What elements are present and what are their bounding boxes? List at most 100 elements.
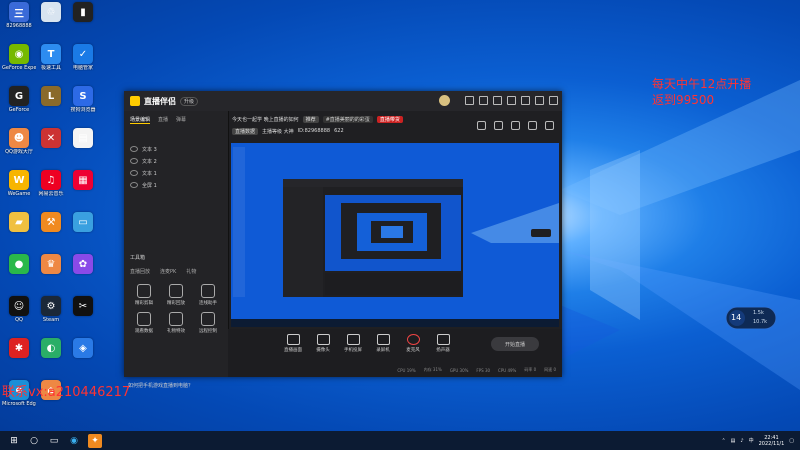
volume-icon[interactable]: ♪ — [740, 438, 743, 444]
toolbox-tab-gift[interactable]: 礼物 — [186, 268, 196, 275]
desktop-icon[interactable]: ♲ — [34, 2, 68, 36]
avatar[interactable] — [439, 95, 450, 106]
desktop-icon[interactable]: ⚙ Steam — [34, 296, 68, 330]
desktop-icon[interactable]: ♫ 网易云音乐 — [34, 170, 68, 204]
clock[interactable]: 22:41 2022/11/1 — [759, 435, 785, 447]
tag-topic[interactable]: #直播美丽的的彩蛋 — [322, 115, 373, 123]
stream-title[interactable]: 今天也一起学 晚上直播的如何 — [232, 116, 299, 123]
toolbox-item[interactable]: 连线助手 — [192, 284, 224, 306]
tag-recommend[interactable]: 推荐 — [302, 115, 319, 123]
chevron-up-icon[interactable]: ⌃ — [721, 438, 725, 444]
toolbox-tab-replay[interactable]: 直播回放 — [130, 268, 150, 275]
weather-widget[interactable]: 14 1.5k 10.7k — [725, 306, 777, 330]
tab-scene[interactable]: 场景编辑 — [130, 116, 151, 124]
toolbox-item[interactable]: 观看数据 — [128, 312, 160, 334]
desktop-icon[interactable]: W WeGame — [2, 170, 36, 204]
desktop-icon[interactable]: ☻ QQ游戏大厅 — [2, 128, 36, 162]
desktop-icon[interactable]: ♛ — [34, 254, 68, 288]
stats-badge[interactable]: 直播数据 — [232, 127, 259, 135]
desktop-icon[interactable]: G GeForce — [2, 86, 36, 120]
desktop-icon[interactable]: ◉GeForce Experience — [2, 44, 36, 78]
desktop-icon[interactable]: ◈ — [66, 338, 100, 372]
desktop-icon[interactable]: ▮ — [66, 2, 100, 36]
search-icon[interactable]: ○ — [28, 435, 40, 447]
settings-icon[interactable] — [493, 96, 502, 105]
maximize-button[interactable] — [535, 96, 544, 105]
menu-icon[interactable] — [507, 96, 516, 105]
desktop-icon[interactable]: 三 82968888 — [2, 2, 36, 36]
desktop-icon[interactable]: ▤ — [66, 128, 100, 162]
task-view-icon[interactable]: ▭ — [48, 435, 60, 447]
desktop-icon[interactable]: ● — [2, 254, 36, 288]
toolbox-item[interactable]: 精彩回放 — [160, 284, 192, 306]
start-button[interactable]: ⊞ — [8, 435, 20, 447]
system-tray: ⌃ ▤ ♪ 中 22:41 2022/11/1 ▢ — [721, 431, 794, 450]
speaker-icon — [436, 334, 450, 345]
eye-icon[interactable] — [130, 182, 138, 188]
source-item[interactable]: 文本 3 — [124, 143, 228, 155]
desktop-icon-label: GeForce — [8, 107, 30, 113]
taskbar-app-icon[interactable]: ✦ — [88, 433, 102, 448]
close-button[interactable] — [549, 96, 558, 105]
desktop-icon[interactable]: S 搜狗浏览器 — [66, 86, 100, 120]
settings-gear-icon[interactable] — [528, 121, 537, 130]
gift-icon[interactable] — [477, 121, 486, 130]
desktop-icon[interactable]: ✱ — [2, 338, 36, 372]
edge-icon[interactable]: ◉ — [68, 435, 80, 447]
desktop-icon[interactable]: ▭ — [66, 212, 100, 246]
source-item[interactable]: 全屏 1 — [124, 179, 228, 191]
share-icon[interactable] — [545, 121, 554, 130]
tag-red[interactable]: 直播带货 — [376, 115, 403, 123]
anchor-id: ID:82968888 — [297, 128, 331, 134]
network-icon[interactable]: ▤ — [731, 438, 736, 444]
capcut-icon: ✂ — [73, 296, 93, 316]
desktop-icon[interactable]: ◐ — [34, 338, 68, 372]
eye-icon[interactable] — [130, 146, 138, 152]
toolbox-item[interactable]: 礼物特效 — [160, 312, 192, 334]
control-mic-button[interactable]: 麦克风 — [398, 334, 428, 353]
tab-danmu[interactable]: 弹幕 — [176, 116, 186, 124]
control-phone-cast-button[interactable]: 手机投屏 — [338, 334, 368, 353]
headset-icon[interactable] — [465, 96, 474, 105]
app-icon: T — [41, 44, 61, 64]
desktop-icon[interactable]: ⚒ — [34, 212, 68, 246]
toolbox-item[interactable]: 精彩剪辑 — [128, 284, 160, 306]
eye-icon[interactable] — [130, 158, 138, 164]
desktop-icon[interactable]: ✂ — [66, 296, 100, 330]
source-label: 文本 2 — [142, 158, 157, 165]
control-recorder-button[interactable]: 录屏机 — [368, 334, 398, 353]
message-icon[interactable] — [479, 96, 488, 105]
tab-live[interactable]: 直播 — [158, 116, 168, 124]
desktop-icon[interactable]: T 极速工具 — [34, 44, 68, 78]
control-speaker-button[interactable]: 扬声器 — [428, 334, 458, 353]
screen-icon: ▭ — [73, 212, 93, 232]
desktop-icon[interactable]: ✓ 电脑管家 — [66, 44, 100, 78]
preview-canvas[interactable] — [231, 143, 559, 327]
source-item[interactable]: 文本 2 — [124, 155, 228, 167]
control-scene-button[interactable]: 直播画面 — [278, 334, 308, 353]
desktop-icon[interactable]: ✕ — [34, 128, 68, 162]
upgrade-badge[interactable]: 升级 — [180, 96, 199, 106]
window-titlebar[interactable]: 直播伴侣 升级 — [124, 91, 562, 111]
wechat-icon: ◐ — [41, 338, 61, 358]
desktop-icon-label: QQ游戏大厅 — [5, 149, 33, 155]
layout-icon[interactable] — [494, 121, 503, 130]
ime-icon[interactable]: 中 — [749, 437, 754, 444]
help-notice[interactable]: 如何把手机游戏直播到电脑？ — [128, 382, 193, 389]
desktop-icon[interactable]: ▰ — [2, 212, 36, 246]
notification-icon[interactable]: ▢ — [789, 438, 794, 444]
source-item[interactable]: 文本 1 — [124, 167, 228, 179]
desktop-icon[interactable]: ▦ — [66, 170, 100, 204]
desktop-icon[interactable]: ☺ QQ — [2, 296, 36, 330]
toolbox-tab-pk[interactable]: 连麦PK — [160, 268, 176, 275]
minimize-button[interactable] — [521, 96, 530, 105]
eye-icon[interactable] — [130, 170, 138, 176]
control-label: 手机投屏 — [344, 348, 362, 353]
desktop-icon[interactable]: L — [34, 86, 68, 120]
start-live-button[interactable]: 开始直播 — [491, 337, 539, 351]
lock-icon[interactable] — [511, 121, 520, 130]
status-item: 网速 0 — [544, 367, 556, 372]
control-camera-button[interactable]: 摄像头 — [308, 334, 338, 353]
toolbox-item[interactable]: 远程控制 — [192, 312, 224, 334]
desktop-icon[interactable]: ✿ — [66, 254, 100, 288]
